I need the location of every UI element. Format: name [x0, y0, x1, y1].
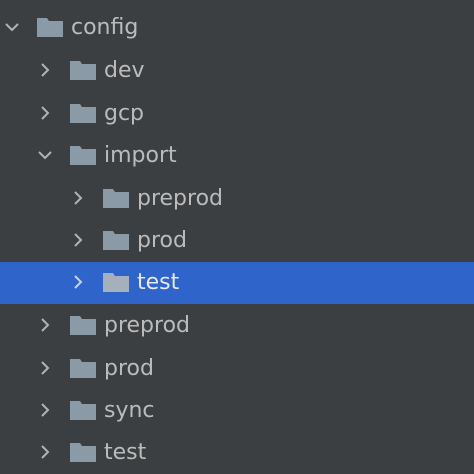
chevron-down-icon[interactable]: [36, 146, 54, 164]
tree-node-label: test: [137, 270, 180, 295]
project-tree: config dev gcp import preprod prod test …: [0, 0, 474, 474]
tree-node-label: import: [104, 143, 177, 168]
chevron-right-icon[interactable]: [36, 359, 54, 377]
chevron-right-icon[interactable]: [69, 189, 87, 207]
tree-node-label: test: [104, 440, 147, 465]
tree-node-import-test[interactable]: test: [0, 262, 474, 304]
chevron-right-icon[interactable]: [36, 443, 54, 461]
tree-node-test[interactable]: test: [0, 432, 474, 474]
chevron-right-icon[interactable]: [69, 231, 87, 249]
tree-node-label: prod: [137, 228, 187, 253]
chevron-right-icon[interactable]: [36, 316, 54, 334]
tree-node-label: prod: [104, 356, 154, 381]
tree-node-prod[interactable]: prod: [0, 348, 474, 390]
tree-node-config[interactable]: config: [0, 7, 474, 49]
tree-node-gcp[interactable]: gcp: [0, 93, 474, 135]
folder-icon: [37, 16, 63, 38]
chevron-right-icon[interactable]: [36, 61, 54, 79]
folder-icon: [70, 144, 96, 166]
tree-node-label: dev: [104, 58, 145, 83]
folder-icon: [70, 314, 96, 336]
folder-icon: [70, 441, 96, 463]
tree-node-label: config: [71, 15, 139, 40]
folder-icon: [70, 399, 96, 421]
chevron-right-icon[interactable]: [69, 273, 87, 291]
chevron-right-icon[interactable]: [36, 401, 54, 419]
chevron-down-icon[interactable]: [3, 18, 21, 36]
folder-icon: [70, 357, 96, 379]
tree-node-label: gcp: [104, 101, 145, 126]
chevron-right-icon[interactable]: [36, 104, 54, 122]
tree-node-label: preprod: [104, 313, 191, 338]
tree-node-import[interactable]: import: [0, 135, 474, 177]
tree-node-label: preprod: [137, 186, 224, 211]
tree-node-sync[interactable]: sync: [0, 390, 474, 432]
tree-node-label: sync: [104, 398, 155, 423]
folder-icon: [103, 187, 129, 209]
tree-node-dev[interactable]: dev: [0, 50, 474, 92]
folder-icon: [70, 59, 96, 81]
tree-node-preprod[interactable]: preprod: [0, 305, 474, 347]
folder-icon: [103, 271, 129, 293]
tree-node-import-prod[interactable]: prod: [0, 220, 474, 262]
folder-icon: [70, 102, 96, 124]
tree-node-import-preprod[interactable]: preprod: [0, 178, 474, 220]
folder-icon: [103, 229, 129, 251]
